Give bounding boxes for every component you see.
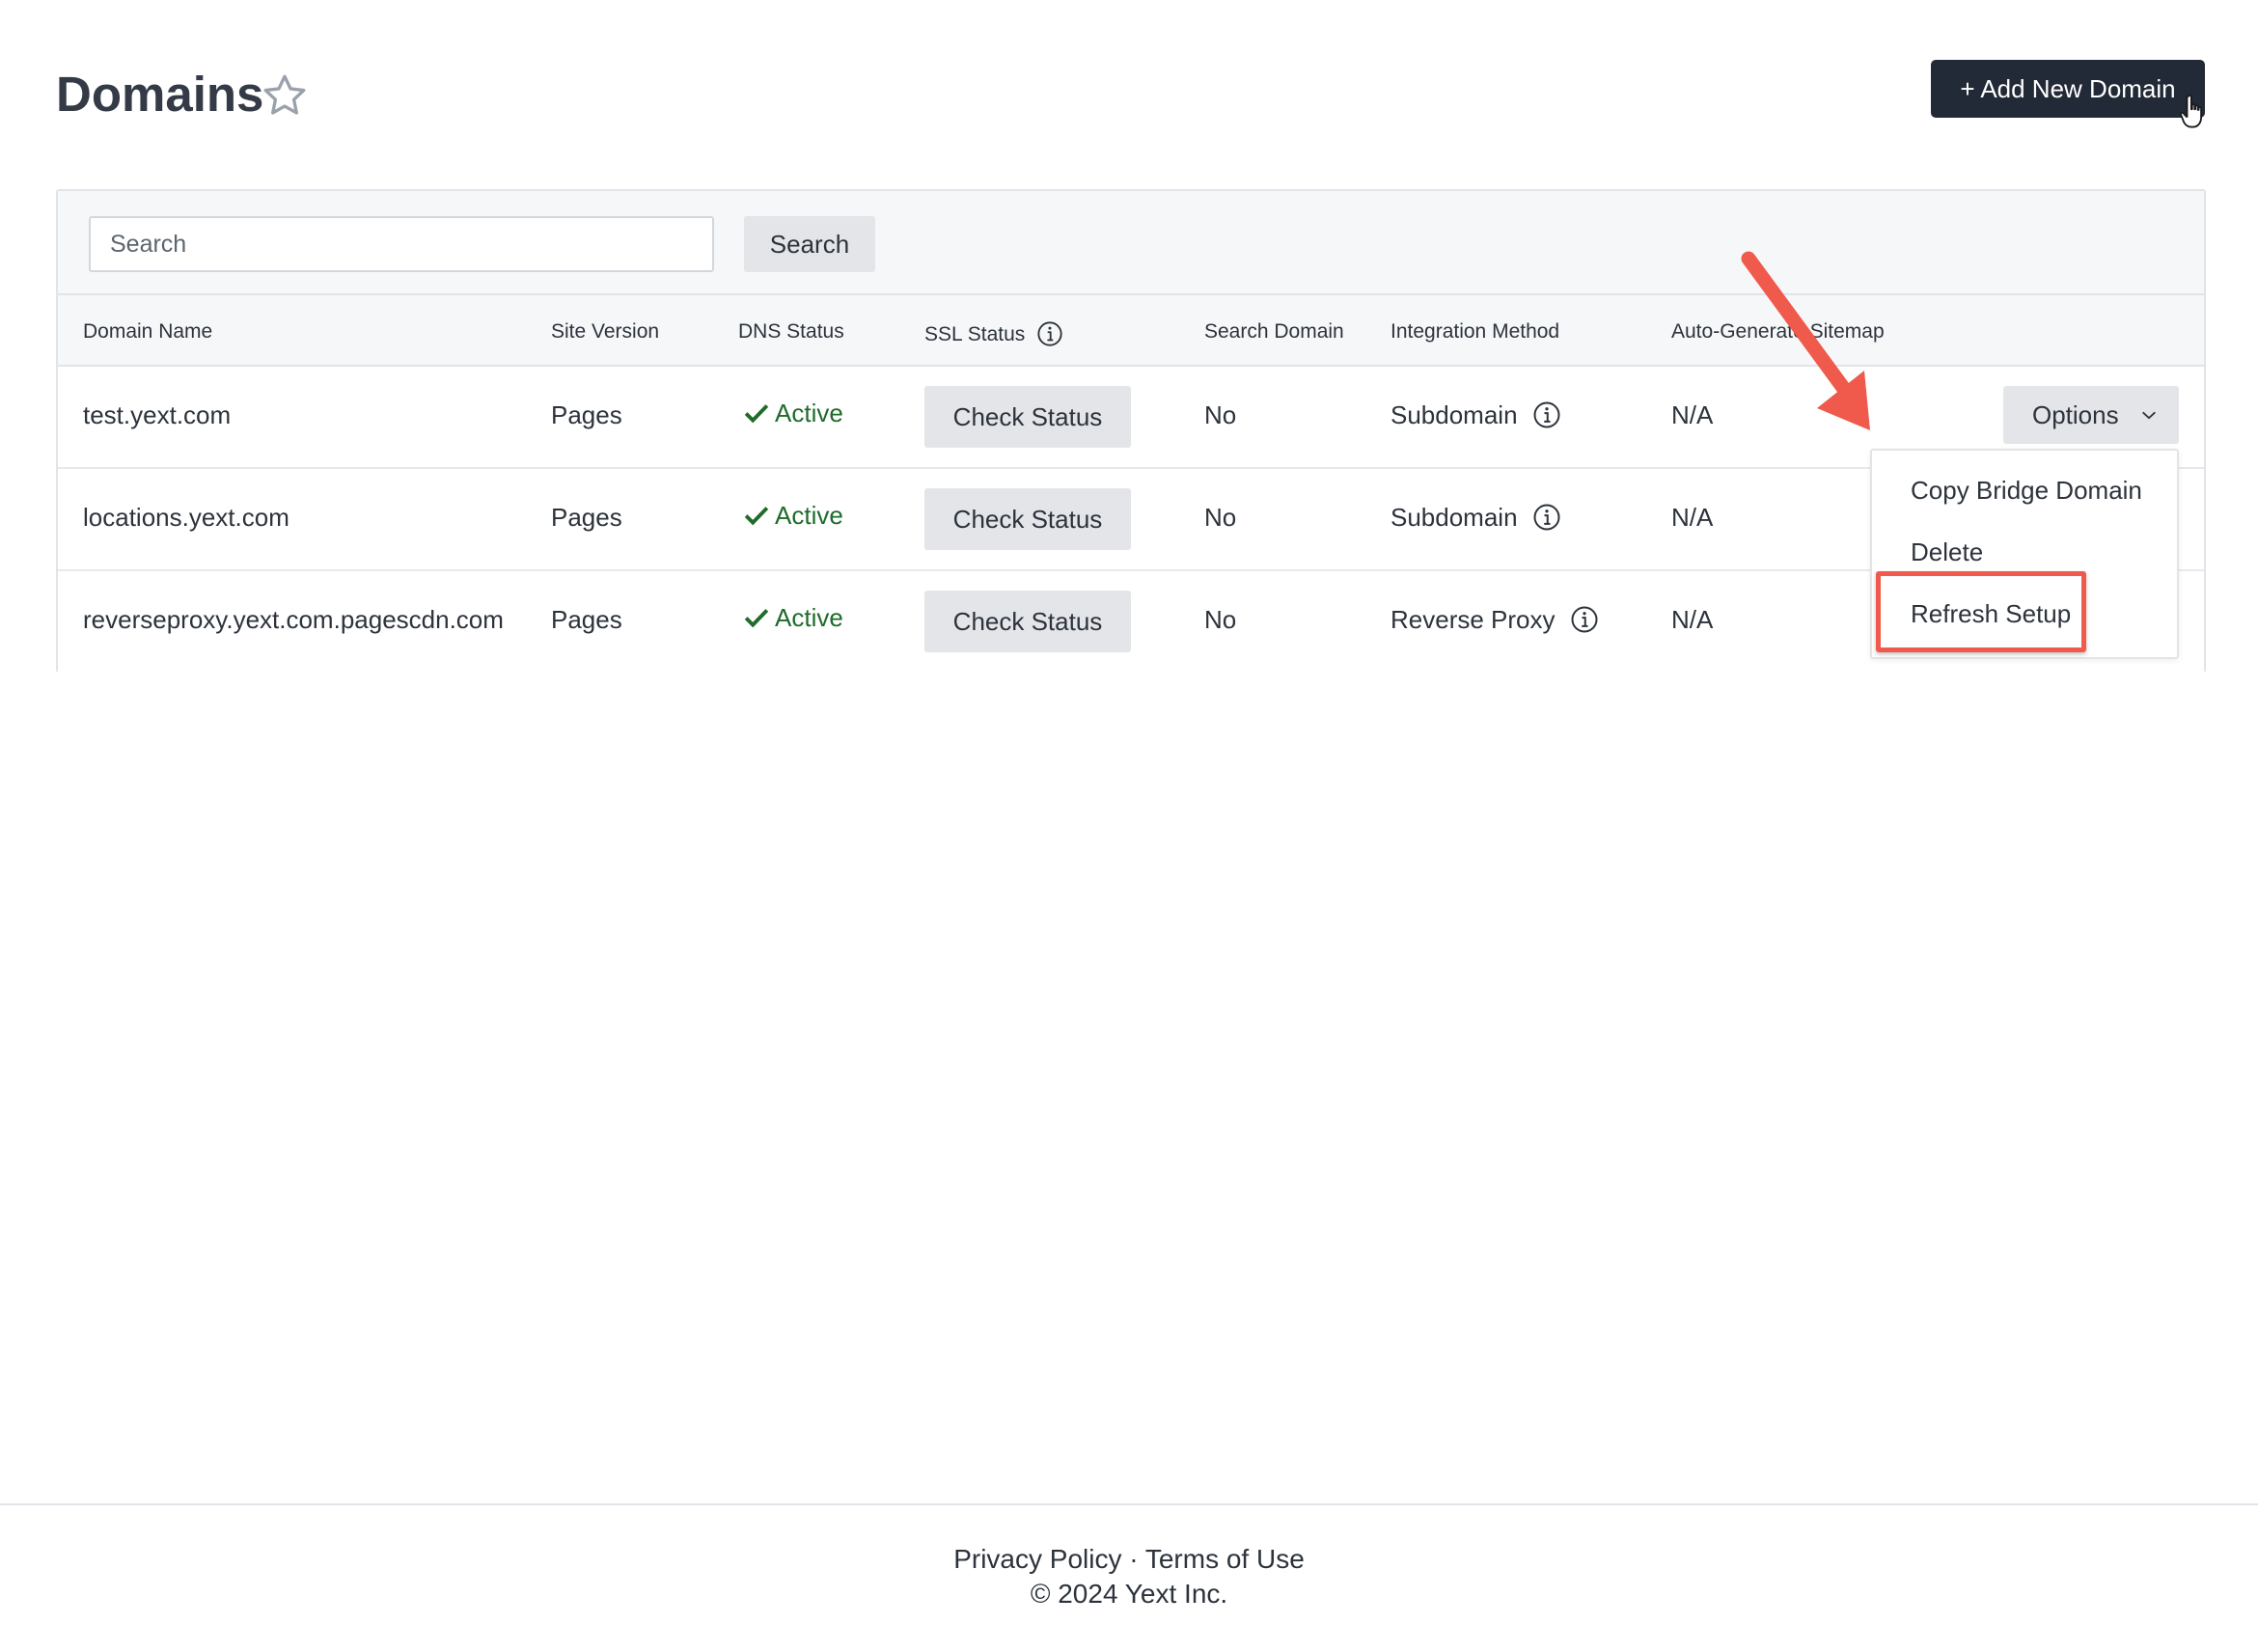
domain-name: reverseproxy.yext.com.pagescdn.com bbox=[83, 605, 504, 634]
integration-method: Reverse Proxy bbox=[1391, 605, 1599, 635]
search-input[interactable] bbox=[89, 216, 714, 272]
footer-links: Privacy Policy · Terms of Use bbox=[0, 1544, 2258, 1575]
site-version: Pages bbox=[551, 400, 622, 429]
checkmark-icon bbox=[744, 507, 769, 526]
info-icon[interactable] bbox=[1532, 400, 1561, 429]
integration-method-label: Reverse Proxy bbox=[1391, 605, 1556, 634]
site-version: Pages bbox=[551, 605, 622, 634]
column-header-ssl-status: SSL Status bbox=[924, 320, 1063, 347]
domain-name: test.yext.com bbox=[83, 400, 232, 429]
page-footer: Privacy Policy · Terms of Use © 2024 Yex… bbox=[0, 1503, 2258, 1652]
column-header-ssl-status-label[interactable]: SSL Status bbox=[924, 323, 1025, 345]
dns-status-label: Active bbox=[775, 501, 843, 530]
sitemap-value: N/A bbox=[1671, 503, 1714, 532]
options-label: Options bbox=[2032, 400, 2119, 429]
sitemap-value: N/A bbox=[1671, 605, 1714, 634]
integration-method: Subdomain bbox=[1391, 400, 1561, 430]
options-dropdown-button[interactable]: Options bbox=[2003, 386, 2179, 444]
copyright-text: © 2024 Yext Inc. bbox=[1030, 1579, 1228, 1609]
privacy-policy-link[interactable]: Privacy Policy bbox=[953, 1544, 1121, 1574]
hand-cursor-icon bbox=[2180, 94, 2203, 128]
star-icon[interactable] bbox=[261, 71, 309, 120]
annotation-arrow-icon bbox=[1741, 251, 1870, 430]
menu-item-delete[interactable]: Delete bbox=[1911, 537, 1983, 567]
domain-name: locations.yext.com bbox=[83, 503, 289, 532]
info-icon[interactable] bbox=[1036, 320, 1063, 347]
dns-status-label: Active bbox=[775, 399, 843, 427]
column-header-dns-status[interactable]: DNS Status bbox=[738, 320, 844, 344]
menu-item-copy-bridge-domain[interactable]: Copy Bridge Domain bbox=[1911, 476, 2142, 506]
check-status-button[interactable]: Check Status bbox=[924, 386, 1131, 448]
site-version: Pages bbox=[551, 503, 622, 532]
dns-status-label: Active bbox=[775, 603, 843, 632]
page-title: Domains bbox=[56, 67, 264, 122]
checkmark-icon bbox=[744, 609, 769, 628]
column-header-integration-method[interactable]: Integration Method bbox=[1391, 320, 1559, 344]
integration-method-label: Subdomain bbox=[1391, 503, 1518, 532]
check-status-button[interactable]: Check Status bbox=[924, 488, 1131, 550]
chevron-down-icon bbox=[2142, 411, 2156, 420]
terms-of-use-link[interactable]: Terms of Use bbox=[1145, 1544, 1305, 1574]
search-domain: No bbox=[1204, 605, 1237, 634]
info-icon[interactable] bbox=[1570, 605, 1599, 634]
dns-status: Active bbox=[744, 603, 843, 633]
page-header: Domains + Add New Domain bbox=[56, 60, 2205, 156]
check-status-button[interactable]: Check Status bbox=[924, 591, 1131, 652]
dns-status: Active bbox=[744, 399, 843, 428]
integration-method-label: Subdomain bbox=[1391, 400, 1518, 429]
search-domain: No bbox=[1204, 400, 1237, 429]
integration-method: Subdomain bbox=[1391, 503, 1561, 533]
checkmark-icon bbox=[744, 404, 769, 424]
column-header-site-version[interactable]: Site Version bbox=[551, 320, 659, 344]
footer-separator: · bbox=[1129, 1544, 1139, 1574]
sitemap-value: N/A bbox=[1671, 400, 1714, 429]
search-domain: No bbox=[1204, 503, 1237, 532]
dns-status: Active bbox=[744, 501, 843, 531]
column-header-search-domain[interactable]: Search Domain bbox=[1204, 320, 1344, 344]
add-new-domain-button[interactable]: + Add New Domain bbox=[1931, 60, 2205, 118]
search-button[interactable]: Search bbox=[744, 216, 875, 272]
column-header-domain-name[interactable]: Domain Name bbox=[83, 320, 212, 344]
annotation-highlight-box bbox=[1876, 571, 2086, 652]
info-icon[interactable] bbox=[1532, 503, 1561, 532]
